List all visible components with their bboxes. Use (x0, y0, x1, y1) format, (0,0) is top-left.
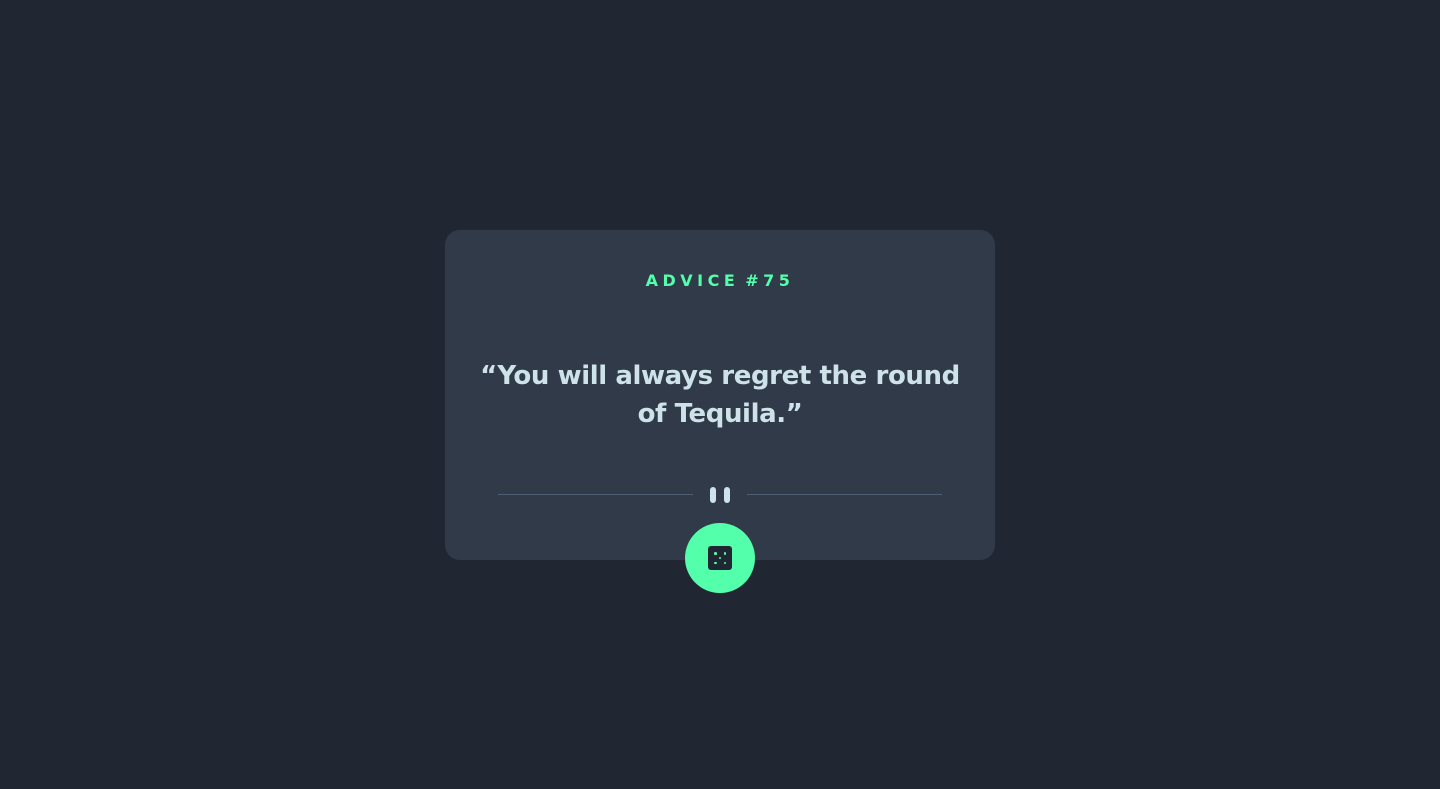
pause-icon (710, 487, 730, 503)
divider-line-left (498, 494, 693, 495)
advice-quote: “You will always regret the round of Teq… (480, 361, 960, 429)
dice-icon (708, 546, 732, 570)
advice-id-label: ADVICE #75 (445, 271, 995, 290)
advice-card: ADVICE #75 “You will always regret the ro… (445, 230, 995, 593)
pattern-divider (498, 485, 942, 505)
advice-number: #75 (745, 271, 795, 290)
divider-line-right (747, 494, 942, 495)
advice-label-word: ADVICE (645, 271, 740, 290)
new-advice-button[interactable] (685, 523, 755, 593)
